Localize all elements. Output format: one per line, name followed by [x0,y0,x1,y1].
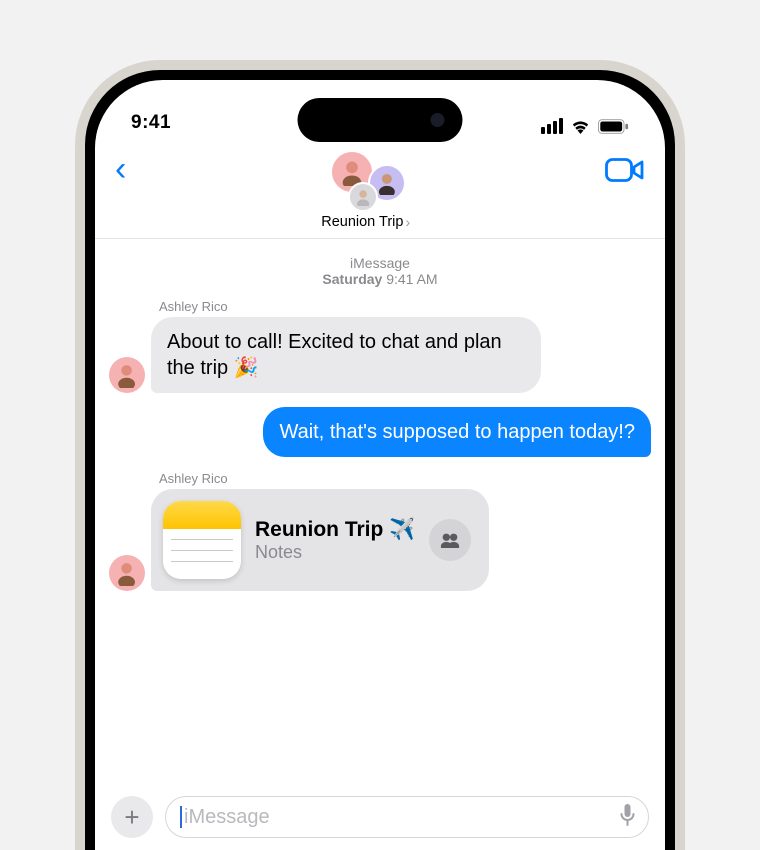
sender-label: Ashley Rico [159,299,651,314]
message-row: Reunion Trip ✈️ Notes [109,489,651,591]
clock: 9:41 [131,112,171,134]
collaboration-badge[interactable] [429,519,471,561]
dictation-button[interactable] [619,803,636,832]
thread-timestamp: iMessage Saturday 9:41 AM [109,255,651,287]
message-input[interactable]: iMessage [165,796,649,838]
outgoing-message[interactable]: Wait, that's supposed to happen today!? [263,407,651,457]
group-avatars [326,150,406,212]
incoming-message[interactable]: About to call! Excited to chat and plan … [151,317,541,393]
chevron-right-icon: › [405,214,410,230]
group-info[interactable]: Reunion Trip › [321,150,410,230]
compose-bar: + iMessage [95,788,665,850]
message-row: About to call! Excited to chat and plan … [109,317,651,393]
facetime-button[interactable] [605,150,645,189]
back-button[interactable]: ‹ [115,150,126,184]
text-caret [180,806,182,828]
sender-label: Ashley Rico [159,471,651,486]
group-name-label: Reunion Trip [321,214,403,230]
attachment-source: Notes [255,542,415,563]
conversation-header: ‹ Reunion Trip › [95,140,665,239]
message-thread[interactable]: iMessage Saturday 9:41 AM Ashley Rico Ab… [95,239,665,788]
notes-app-icon [163,501,241,579]
attachment-title: Reunion Trip ✈️ [255,518,415,542]
dynamic-island [298,98,463,142]
shared-note-attachment[interactable]: Reunion Trip ✈️ Notes [151,489,489,591]
add-attachment-button[interactable]: + [111,796,153,838]
input-placeholder: iMessage [184,806,619,829]
sender-avatar[interactable] [109,555,145,591]
sender-avatar[interactable] [109,357,145,393]
cellular-icon [541,118,563,134]
wifi-icon [570,119,591,134]
message-row: Wait, that's supposed to happen today!? [109,407,651,457]
battery-icon [598,119,629,134]
